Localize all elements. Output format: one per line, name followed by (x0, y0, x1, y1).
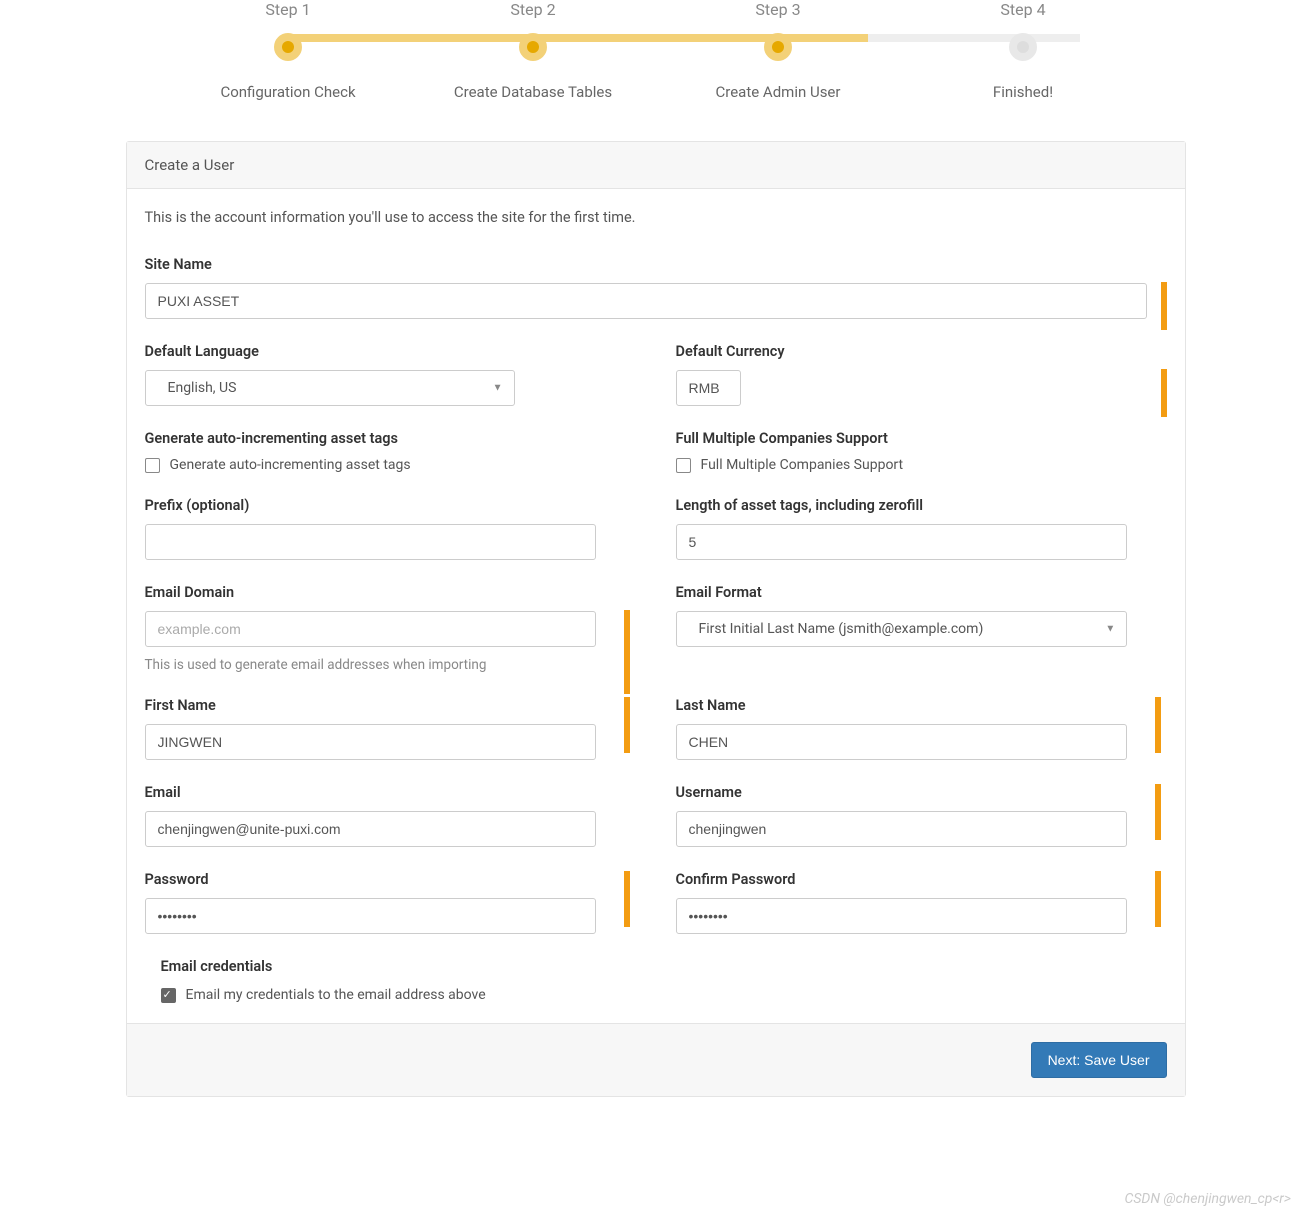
auto-increment-checkbox-label: Generate auto-incrementing asset tags (170, 457, 411, 473)
password-label: Password (145, 871, 636, 888)
multi-companies-checkbox[interactable] (676, 458, 691, 473)
wizard-step-1: Step 1 Configuration Check (166, 0, 411, 101)
wizard-dot-3 (764, 33, 792, 61)
default-currency-label: Default Currency (676, 343, 1167, 360)
email-format-label: Email Format (676, 584, 1167, 601)
tag-length-input[interactable] (676, 524, 1128, 560)
required-indicator (1161, 282, 1167, 330)
email-domain-label: Email Domain (145, 584, 636, 601)
required-indicator (1155, 784, 1161, 840)
email-format-select[interactable]: First Initial Last Name (jsmith@example.… (676, 611, 1128, 647)
intro-text: This is the account information you'll u… (145, 209, 1167, 226)
username-input[interactable] (676, 811, 1128, 847)
last-name-label: Last Name (676, 697, 1167, 714)
default-language-label: Default Language (145, 343, 636, 360)
email-domain-help: This is used to generate email addresses… (145, 657, 636, 673)
wizard-dot-2 (519, 33, 547, 61)
email-label: Email (145, 784, 636, 801)
username-label: Username (676, 784, 1167, 801)
wizard-step-4: Step 4 Finished! (901, 0, 1146, 101)
create-user-panel: Create a User This is the account inform… (126, 141, 1186, 1097)
last-name-input[interactable] (676, 724, 1128, 760)
wizard-dot-1 (274, 33, 302, 61)
required-indicator (624, 871, 630, 927)
wizard-steps: Step 1 Configuration Check Step 2 Create… (126, 0, 1186, 141)
tag-length-label: Length of asset tags, including zerofill (676, 497, 1167, 514)
required-indicator (624, 610, 630, 694)
auto-increment-checkbox[interactable] (145, 458, 160, 473)
required-indicator (624, 697, 630, 753)
site-name-input[interactable] (145, 283, 1147, 319)
prefix-label: Prefix (optional) (145, 497, 636, 514)
email-credentials-checkbox[interactable] (161, 988, 176, 1003)
wizard-dot-4 (1009, 33, 1037, 61)
email-credentials-checkbox-label: Email my credentials to the email addres… (186, 987, 486, 1003)
required-indicator (1161, 369, 1167, 417)
email-domain-input[interactable] (145, 611, 597, 647)
required-indicator (1155, 871, 1161, 927)
panel-header: Create a User (127, 142, 1185, 189)
multi-companies-label: Full Multiple Companies Support (676, 430, 1167, 447)
confirm-password-input[interactable] (676, 898, 1128, 934)
prefix-input[interactable] (145, 524, 597, 560)
multi-companies-checkbox-label: Full Multiple Companies Support (701, 457, 904, 473)
email-credentials-label: Email credentials (161, 958, 1167, 975)
auto-increment-label: Generate auto-incrementing asset tags (145, 430, 636, 447)
default-language-select[interactable]: English, US (145, 370, 515, 406)
required-indicator (1155, 697, 1161, 753)
next-save-user-button[interactable]: Next: Save User (1031, 1042, 1167, 1078)
first-name-label: First Name (145, 697, 636, 714)
first-name-input[interactable] (145, 724, 597, 760)
password-input[interactable] (145, 898, 597, 934)
wizard-step-2: Step 2 Create Database Tables (411, 0, 656, 101)
confirm-password-label: Confirm Password (676, 871, 1167, 888)
default-currency-input[interactable] (676, 370, 741, 406)
wizard-step-3: Step 3 Create Admin User (656, 0, 901, 101)
watermark: CSDN @chenjingwen_cp<r> (1125, 1191, 1291, 1207)
email-input[interactable] (145, 811, 597, 847)
site-name-label: Site Name (145, 256, 1167, 273)
